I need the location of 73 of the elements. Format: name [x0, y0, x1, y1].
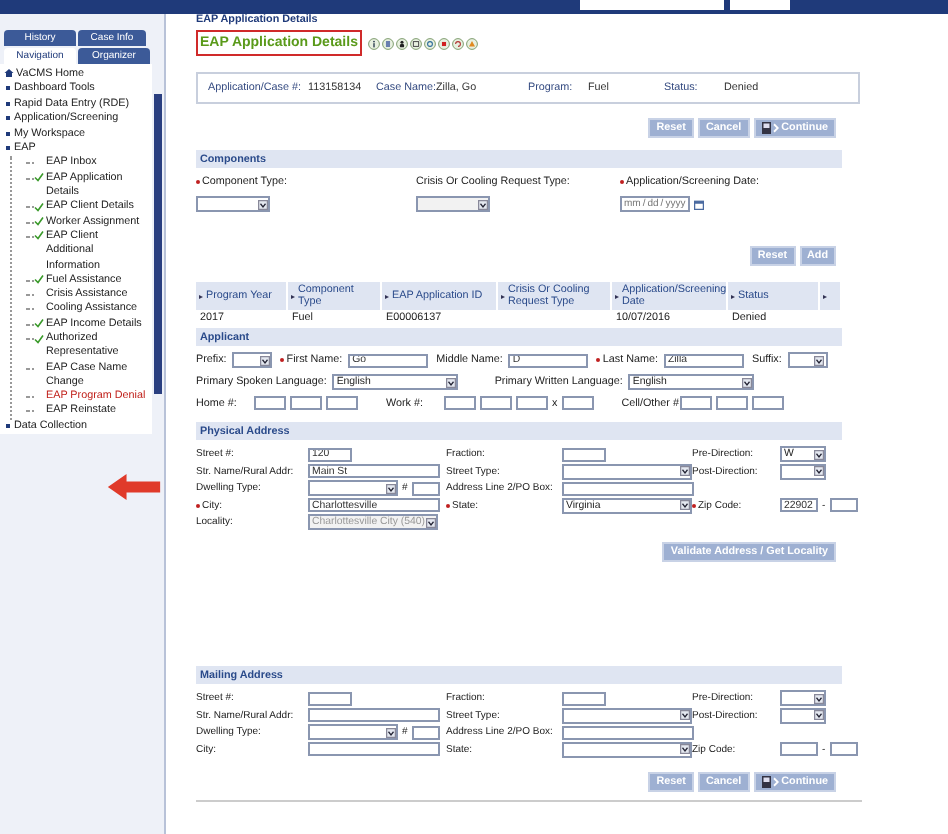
caret-icon — [813, 693, 823, 703]
phone-field[interactable] — [561, 396, 594, 410]
header-field[interactable] — [580, 0, 724, 10]
phone-field[interactable] — [679, 396, 712, 410]
text-field[interactable] — [411, 481, 440, 495]
text-field[interactable] — [562, 481, 694, 495]
caret-icon — [813, 710, 823, 720]
text-field[interactable] — [780, 742, 818, 756]
dropdown[interactable] — [780, 707, 826, 723]
sort-icon[interactable] — [500, 293, 506, 299]
text-field[interactable] — [308, 691, 352, 705]
caret-icon — [257, 199, 267, 209]
dropdown[interactable] — [562, 707, 692, 723]
info-icon[interactable] — [367, 37, 380, 49]
caret-icon — [259, 355, 270, 365]
phone-field[interactable] — [254, 396, 286, 410]
save-icon — [761, 122, 780, 134]
caret-icon — [813, 449, 823, 459]
text-field[interactable] — [308, 742, 440, 756]
dropdown[interactable] — [780, 690, 826, 706]
dropdown[interactable] — [232, 352, 273, 368]
window-icon[interactable] — [409, 37, 422, 49]
sort-icon[interactable] — [384, 293, 390, 299]
dropdown[interactable] — [562, 741, 692, 757]
dropdown[interactable] — [787, 352, 828, 368]
sort-icon[interactable] — [290, 293, 296, 299]
dropdown[interactable] — [562, 463, 692, 479]
caret-icon — [385, 727, 395, 737]
caret-icon — [814, 355, 825, 365]
caret-icon — [679, 710, 689, 720]
caret-icon — [679, 500, 689, 510]
phone-field[interactable] — [326, 396, 358, 410]
pointer-arrow — [106, 472, 162, 502]
text-field[interactable] — [308, 708, 440, 722]
save-icon — [761, 775, 780, 787]
dropdown[interactable] — [416, 196, 490, 212]
caret-icon — [477, 199, 487, 209]
person-icon[interactable] — [395, 37, 408, 49]
sort-icon[interactable] — [730, 293, 736, 299]
calendar-icon[interactable] — [693, 199, 704, 209]
document-icon[interactable] — [381, 37, 394, 49]
dropdown[interactable] — [196, 196, 270, 212]
home-icon — [4, 68, 14, 78]
text-field[interactable] — [829, 498, 858, 512]
dropdown[interactable] — [308, 724, 398, 740]
phone-field[interactable] — [480, 396, 512, 410]
stop-icon[interactable] — [437, 37, 450, 49]
text-field[interactable] — [411, 725, 440, 739]
phone-field[interactable] — [751, 396, 784, 410]
dropdown[interactable] — [308, 480, 398, 496]
text-field[interactable] — [562, 447, 606, 461]
caret-icon — [679, 466, 689, 476]
caret-icon — [445, 377, 456, 387]
dropdown[interactable] — [780, 463, 826, 479]
warning-icon[interactable] — [465, 37, 478, 49]
caret-icon — [741, 377, 752, 387]
caret-icon — [679, 744, 689, 754]
sort-icon[interactable] — [198, 293, 204, 299]
caret-icon — [425, 517, 435, 527]
text-field[interactable] — [562, 691, 606, 705]
refresh-icon[interactable] — [451, 37, 464, 49]
scrollbar-thumb[interactable] — [154, 94, 162, 394]
phone-field[interactable] — [444, 396, 476, 410]
text-field[interactable] — [562, 725, 694, 739]
caret-icon — [813, 466, 823, 476]
phone-field[interactable] — [516, 396, 548, 410]
phone-field[interactable] — [290, 396, 322, 410]
header-field[interactable] — [730, 0, 790, 10]
text-field[interactable] — [829, 742, 858, 756]
phone-field[interactable] — [715, 396, 748, 410]
sort-icon[interactable] — [614, 293, 620, 299]
caret-icon — [385, 483, 395, 493]
sort-icon[interactable] — [822, 293, 828, 299]
